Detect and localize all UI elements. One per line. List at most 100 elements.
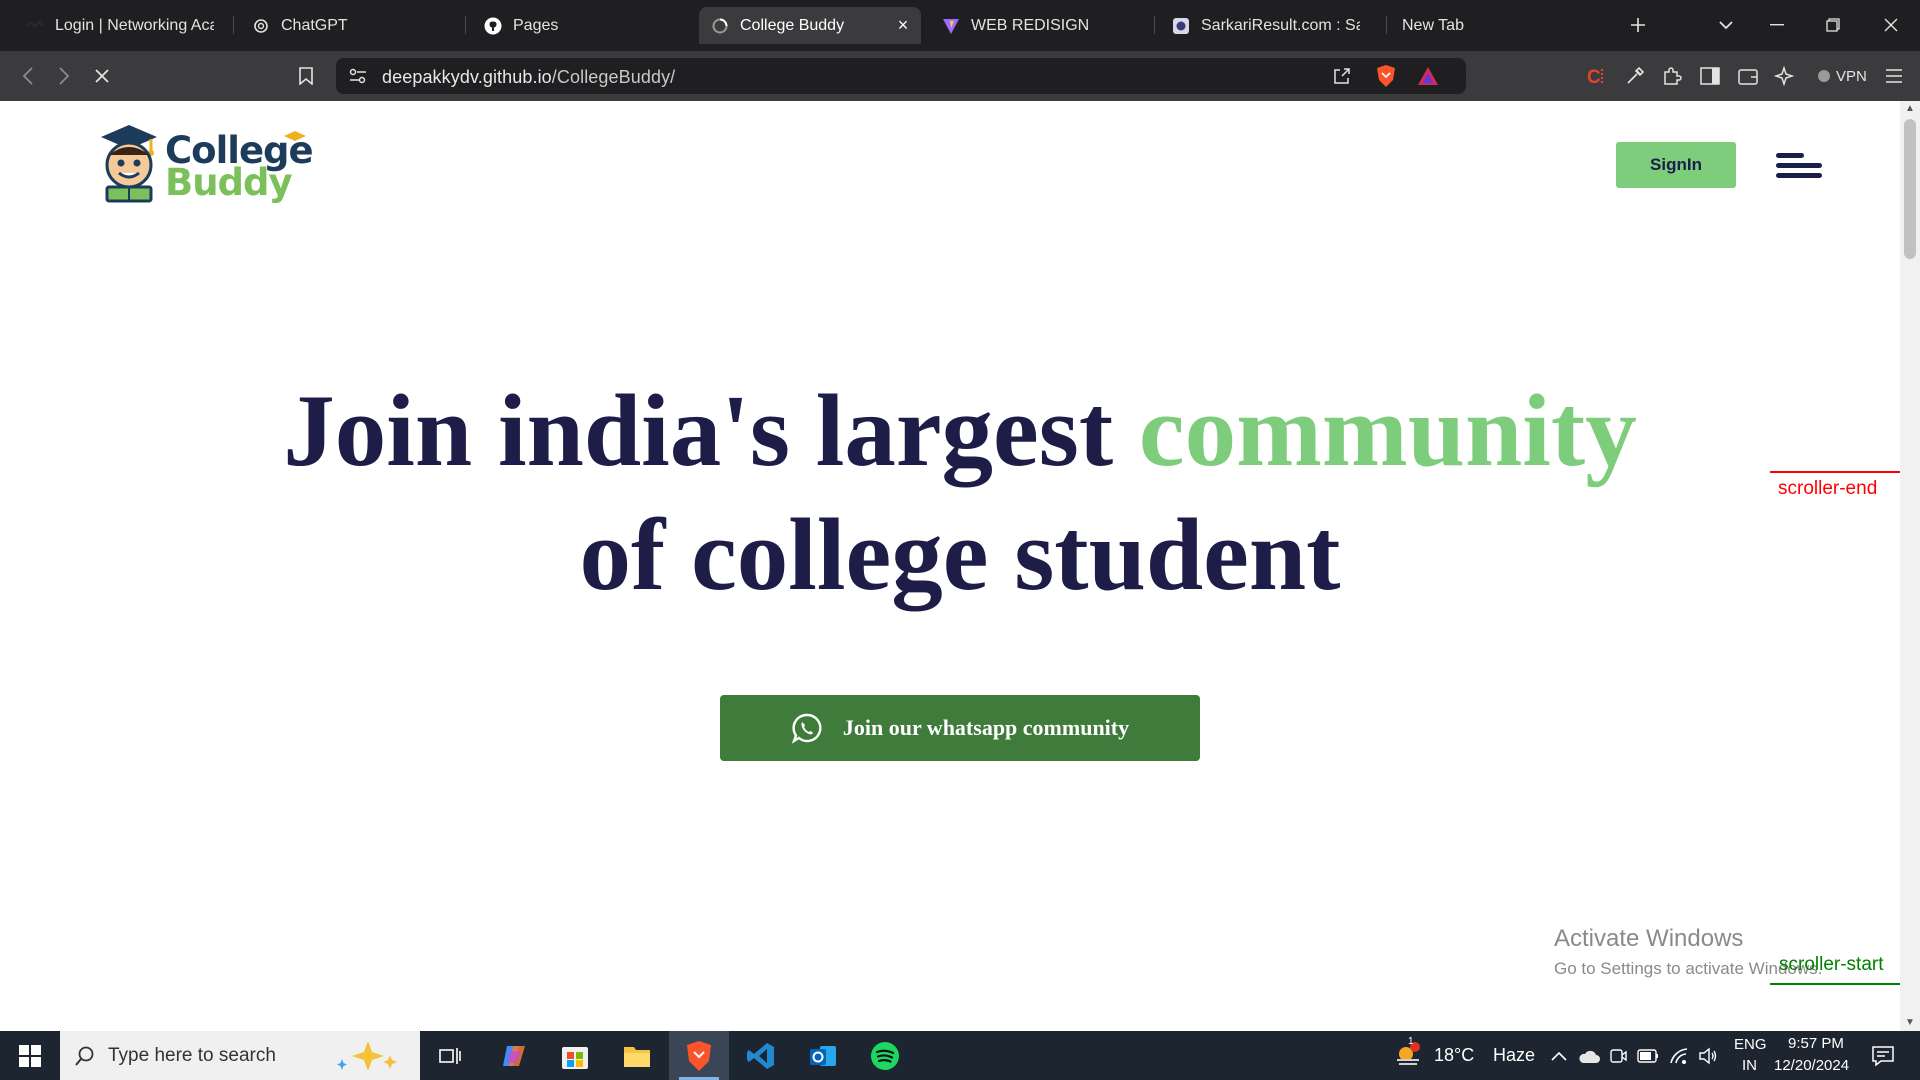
tab-separator: [465, 16, 466, 34]
tab-separator: [1154, 16, 1155, 34]
netacad-icon: [26, 17, 44, 35]
forward-arrow-icon[interactable]: [48, 60, 80, 92]
tab-separator: [233, 16, 234, 34]
page-scrollbar[interactable]: ▲ ▼: [1900, 101, 1920, 1031]
vscode-icon[interactable]: [731, 1031, 791, 1080]
logo-text-buddy: Buddy: [165, 161, 293, 204]
taskbar-search-box[interactable]: Type here to search: [60, 1031, 420, 1080]
vpn-label: VPN: [1836, 67, 1867, 85]
search-icon: [75, 1046, 94, 1066]
copilot-icon[interactable]: [484, 1031, 544, 1080]
stop-loading-icon[interactable]: [86, 60, 118, 92]
battery-icon[interactable]: [1637, 1045, 1659, 1067]
whatsapp-icon: [791, 713, 822, 744]
notification-center-icon[interactable]: [1870, 1043, 1896, 1069]
vite-icon: [942, 17, 960, 35]
leo-ai-icon[interactable]: [1772, 64, 1796, 88]
extension-c-icon[interactable]: C: [1584, 64, 1608, 88]
minimize-icon[interactable]: [1757, 8, 1797, 42]
tab-web-redisign[interactable]: WEB REDISIGN: [930, 7, 1140, 44]
browser-toolbar: deepakkydv.github.io/CollegeBuddy/ C VPN: [0, 51, 1920, 101]
github-icon: [484, 17, 502, 35]
url-path: /CollegeBuddy/: [551, 67, 676, 87]
windows-start-icon[interactable]: [0, 1031, 60, 1080]
url-host: deepakkydv.github.io: [382, 67, 552, 87]
scroller-start-marker-line: [1770, 983, 1900, 985]
hero-line1-main: Join india's largest: [283, 374, 1139, 488]
activate-windows-title: Activate Windows: [1554, 925, 1744, 952]
task-view-icon[interactable]: [420, 1031, 480, 1080]
outlook-icon[interactable]: [793, 1031, 853, 1080]
scroll-up-arrow-icon[interactable]: ▲: [1904, 103, 1916, 115]
back-arrow-icon[interactable]: [12, 60, 44, 92]
tab-title: Login | Networking Acade: [55, 16, 214, 34]
address-bar[interactable]: deepakkydv.github.io/CollegeBuddy/: [336, 58, 1466, 94]
tab-sarkari-result[interactable]: SarkariResult.com : Sarkar: [1160, 7, 1372, 44]
region-indicator: IN: [1742, 1057, 1757, 1074]
volume-icon[interactable]: [1697, 1045, 1719, 1067]
scroll-down-arrow-icon[interactable]: ▼: [1904, 1017, 1916, 1029]
loading-spinner-icon: [711, 17, 729, 35]
wifi-icon[interactable]: [1668, 1045, 1690, 1067]
web-page: College Buddy SignIn Join india's larges…: [0, 101, 1900, 1031]
color-picker-icon[interactable]: [1623, 64, 1647, 88]
microsoft-store-icon[interactable]: [545, 1031, 605, 1080]
close-window-icon[interactable]: [1871, 8, 1911, 42]
tab-title: SarkariResult.com : Sarkar: [1201, 16, 1360, 34]
clock-date[interactable]: 12/20/2024: [1774, 1057, 1849, 1074]
tab-title: Pages: [513, 16, 559, 34]
college-buddy-logo[interactable]: College Buddy: [97, 121, 317, 211]
sarkari-icon: [1172, 17, 1190, 35]
tab-new-tab[interactable]: New Tab: [1390, 7, 1560, 44]
onedrive-cloud-icon[interactable]: [1578, 1045, 1600, 1067]
camera-icon[interactable]: [1607, 1045, 1629, 1067]
url-text: deepakkydv.github.io/CollegeBuddy/: [382, 67, 675, 88]
whatsapp-button-label: Join our whatsapp community: [842, 715, 1130, 740]
mascot-graduate-icon: [101, 125, 157, 203]
tab-pages[interactable]: Pages: [472, 7, 682, 44]
weather-condition[interactable]: Haze: [1493, 1045, 1535, 1066]
new-tab-plus-icon[interactable]: [1618, 8, 1658, 42]
brave-rewards-icon[interactable]: [1416, 64, 1440, 88]
close-tab-icon[interactable]: ×: [895, 16, 911, 34]
signin-button[interactable]: SignIn: [1616, 142, 1736, 188]
wallet-icon[interactable]: [1736, 64, 1760, 88]
main-menu-icon[interactable]: [1882, 64, 1906, 88]
windows-taskbar: Type here to search 1 18°C Haze ENG IN 9…: [0, 1031, 1920, 1080]
tab-college-buddy[interactable]: College Buddy ×: [699, 7, 921, 44]
brave-browser-taskbar-icon[interactable]: [669, 1031, 729, 1080]
vpn-status-icon: [1818, 70, 1830, 82]
vpn-button[interactable]: VPN: [1808, 60, 1877, 92]
scroller-end-marker-line: [1770, 471, 1900, 473]
site-settings-icon[interactable]: [346, 64, 370, 88]
browser-tab-bar: Login | Networking Acade ChatGPT Pages C…: [0, 0, 1920, 51]
hero-line2: of college student: [579, 498, 1341, 612]
language-indicator[interactable]: ENG: [1734, 1036, 1767, 1053]
show-hidden-icons-chevron-up-icon[interactable]: [1548, 1045, 1570, 1067]
bookmark-icon[interactable]: [290, 60, 322, 92]
tab-title: WEB REDISIGN: [971, 16, 1090, 34]
search-placeholder: Type here to search: [108, 1044, 276, 1066]
spotify-icon[interactable]: [855, 1031, 915, 1080]
brave-shield-icon[interactable]: [1374, 64, 1398, 88]
restore-window-icon[interactable]: [1813, 8, 1853, 42]
tab-chatgpt[interactable]: ChatGPT: [240, 7, 450, 44]
search-highlights-sparkle-icon: [337, 1041, 397, 1071]
hero-accent-word: community: [1138, 374, 1637, 488]
tab-separator: [1386, 16, 1387, 34]
chatgpt-icon: [252, 17, 270, 35]
tab-title: College Buddy: [740, 16, 845, 34]
tab-list-chevron-down-icon[interactable]: [1706, 8, 1746, 42]
scrollbar-thumb[interactable]: [1904, 119, 1916, 259]
tab-netacad[interactable]: Login | Networking Acade: [14, 7, 226, 44]
weather-notification-badge: 1: [1408, 1036, 1414, 1047]
hamburger-menu-icon[interactable]: [1776, 153, 1822, 179]
file-explorer-icon[interactable]: [607, 1031, 667, 1080]
clock-time[interactable]: 9:57 PM: [1788, 1035, 1844, 1052]
share-icon[interactable]: [1330, 64, 1354, 88]
whatsapp-community-button[interactable]: Join our whatsapp community: [720, 695, 1200, 761]
extensions-puzzle-icon[interactable]: [1660, 64, 1684, 88]
weather-temperature[interactable]: 18°C: [1434, 1045, 1474, 1066]
sidebar-icon[interactable]: [1698, 64, 1722, 88]
svg-text:C: C: [1587, 67, 1601, 87]
